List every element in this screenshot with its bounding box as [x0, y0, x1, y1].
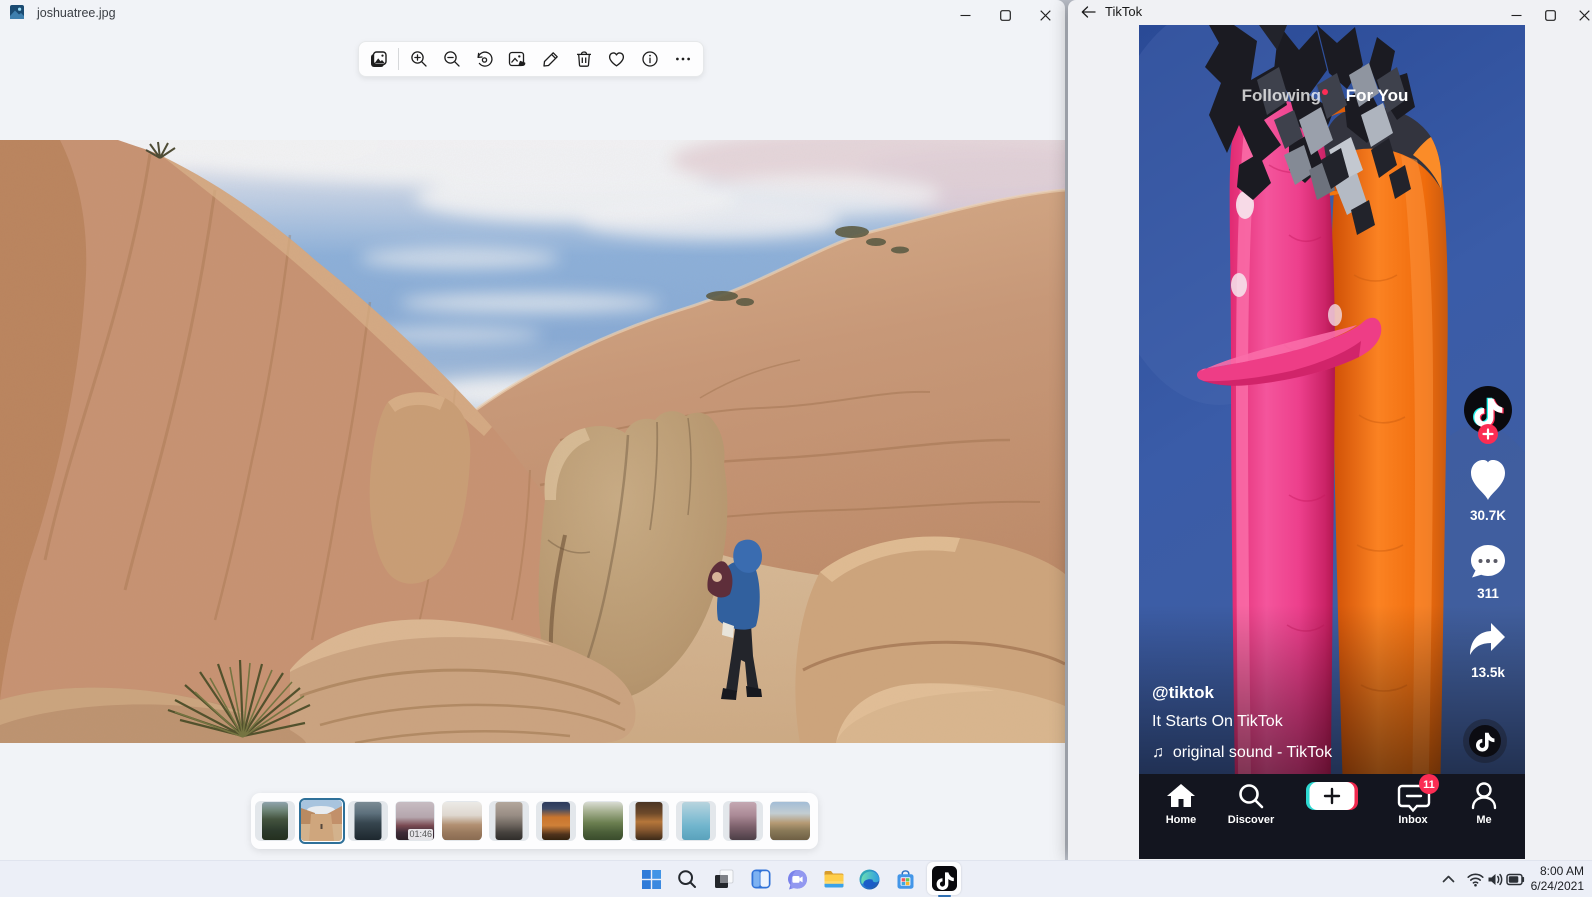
svg-text:Discover: Discover — [1228, 814, 1275, 826]
svg-text:Home: Home — [1166, 814, 1197, 826]
svg-text:Me: Me — [1476, 814, 1491, 826]
svg-text:11: 11 — [1423, 779, 1435, 791]
svg-text:30.7K: 30.7K — [1470, 508, 1506, 523]
svg-text:311: 311 — [1477, 586, 1499, 601]
svg-text:Inbox: Inbox — [1398, 814, 1428, 826]
svg-text:13.5k: 13.5k — [1471, 665, 1505, 680]
